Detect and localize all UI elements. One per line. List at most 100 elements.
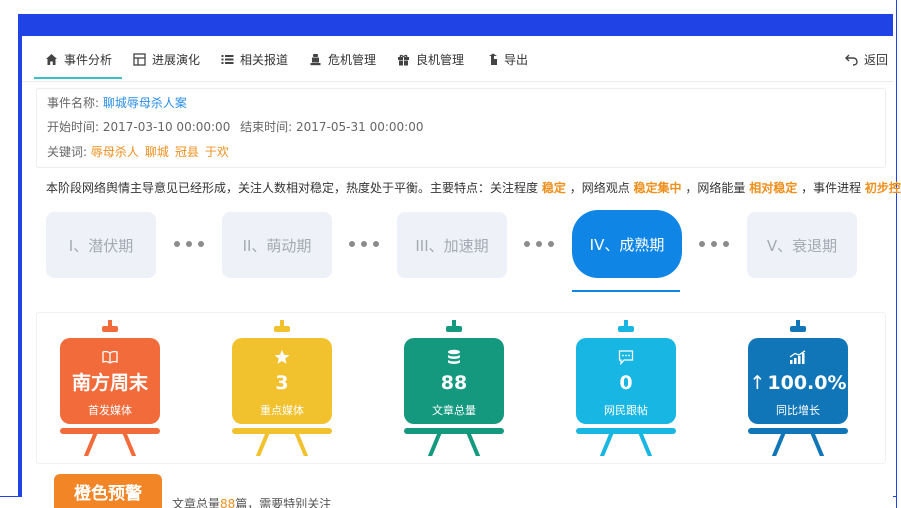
start-time-label: 开始时间: xyxy=(47,120,100,134)
tab-label: 事件分析 xyxy=(64,52,113,67)
growth-up-arrow-icon: ↑ xyxy=(749,372,766,394)
start-time-value: 2017-03-10 00:00:00 xyxy=(102,120,231,134)
opinion-level: 稳定集中 xyxy=(633,181,682,195)
active-tab-indicator xyxy=(34,77,122,79)
tab-label: 危机管理 xyxy=(328,52,377,67)
stage-dots-separator xyxy=(349,234,379,254)
stat-easel-key-media: 3 重点媒体 xyxy=(232,320,332,458)
stat-value: 3 xyxy=(275,372,289,394)
keywords-row: 关键词: 辱母杀人 聊城 冠县 于欢 xyxy=(47,144,235,160)
event-name-label: 事件名称: xyxy=(47,96,100,110)
alarm-icon xyxy=(308,52,322,66)
stat-easel-yoy-growth: ↑ 100.0% 同比增长 xyxy=(748,320,848,458)
stat-value: ↑ 100.0% xyxy=(748,370,848,396)
stat-easel-user-comments: 0 网民跟帖 xyxy=(576,320,676,458)
stat-value: 88 xyxy=(440,372,468,394)
event-name-row: 事件名称: 聊城辱母杀人案 xyxy=(47,95,187,111)
energy-level: 相对稳定 xyxy=(749,181,798,195)
stat-label: 首发媒体 xyxy=(88,404,132,417)
event-time-row: 开始时间: 2017-03-10 00:00:00 结束时间: 2017-05-… xyxy=(47,119,423,135)
stage-progress: I、潜伏期 II、萌动期 III、加速期 IV、成熟期 V、衰退期 xyxy=(36,204,886,300)
stage-summary: 本阶段网络舆情主导意见已经形成，关注人数相对稳定，热度处于平衡。主要特点：关注程… xyxy=(46,179,901,196)
blue-frame-top xyxy=(18,14,893,36)
event-name-link[interactable]: 聊城辱母杀人案 xyxy=(103,96,187,110)
easel-legs xyxy=(256,432,308,456)
keyword-tag[interactable]: 辱母杀人 xyxy=(91,145,139,159)
list-icon xyxy=(220,52,234,66)
star-icon xyxy=(232,348,332,366)
summary-text: ，事件进程 xyxy=(801,181,862,195)
stage-accelerating[interactable]: III、加速期 xyxy=(397,212,507,278)
stat-easel-first-media: 南方周末 首发媒体 xyxy=(60,320,160,458)
warning-text: 文章总量88篇，需要特别关注 xyxy=(172,495,331,508)
event-analysis-panel: 事件分析 进展演化 相关报道 危机管理 良机管理 导出 返回 事件名称: 聊城辱… xyxy=(22,36,901,508)
warning-text-part: 篇，需要特别关注 xyxy=(235,497,332,508)
export-icon xyxy=(484,52,498,66)
tab-progress-evolution[interactable]: 进展演化 xyxy=(132,48,200,70)
keyword-tag[interactable]: 于欢 xyxy=(205,145,229,159)
stat-label: 同比增长 xyxy=(776,404,820,417)
easel-legs xyxy=(428,432,480,456)
stat-value: 0 xyxy=(619,372,633,394)
process-level: 初步控制 xyxy=(864,181,901,195)
stat-label: 网民跟帖 xyxy=(604,404,648,417)
back-arrow-icon xyxy=(844,52,858,66)
stage-latent[interactable]: I、潜伏期 xyxy=(46,212,156,278)
keyword-tag[interactable]: 冠县 xyxy=(175,145,199,159)
tab-export[interactable]: 导出 xyxy=(484,48,528,70)
back-label: 返回 xyxy=(864,52,889,67)
easel-legs xyxy=(84,432,136,456)
easel-board: 南方周末 首发媒体 xyxy=(60,338,160,424)
stage-declining[interactable]: V、衰退期 xyxy=(747,212,857,278)
summary-text: ，网络观点 xyxy=(569,181,630,195)
easel-peg xyxy=(618,320,634,332)
stage-dots-separator xyxy=(524,234,554,254)
active-stage-underline xyxy=(572,290,680,292)
blue-frame-right xyxy=(896,0,897,508)
end-time-label: 结束时间: xyxy=(240,120,293,134)
tab-label: 良机管理 xyxy=(416,52,465,67)
comment-icon xyxy=(576,348,676,366)
easel-peg xyxy=(274,320,290,332)
attention-level: 稳定 xyxy=(541,181,566,195)
tab-related-reports[interactable]: 相关报道 xyxy=(220,48,288,70)
end-time-value: 2017-05-31 00:00:00 xyxy=(296,120,424,134)
tab-label: 进展演化 xyxy=(152,52,201,67)
warning-text-part: 文章总量 xyxy=(172,497,221,508)
easel-peg xyxy=(102,320,118,332)
summary-intro: 本阶段网络舆情主导意见已经形成，关注人数相对稳定，热度处于平衡。主要特点：关注程… xyxy=(46,181,539,195)
keyword-tag[interactable]: 聊城 xyxy=(145,145,169,159)
stage-budding[interactable]: II、萌动期 xyxy=(222,212,332,278)
growth-value: 100.0% xyxy=(767,372,847,394)
easel-board: 0 网民跟帖 xyxy=(576,338,676,424)
keywords-label: 关键词: xyxy=(47,145,88,159)
database-icon xyxy=(404,348,504,366)
event-info-box: 事件名称: 聊城辱母杀人案 开始时间: 2017-03-10 00:00:00 … xyxy=(36,88,886,168)
stage-dots-separator xyxy=(174,234,204,254)
tab-crisis-management[interactable]: 危机管理 xyxy=(308,48,376,70)
easel-board: ↑ 100.0% 同比增长 xyxy=(748,338,848,424)
easel-board: 3 重点媒体 xyxy=(232,338,332,424)
easel-peg xyxy=(790,320,806,332)
tab-event-analysis[interactable]: 事件分析 xyxy=(44,48,112,70)
home-icon xyxy=(44,52,58,66)
timeline-icon xyxy=(132,52,146,66)
toolbar: 事件分析 进展演化 相关报道 危机管理 良机管理 导出 返回 xyxy=(22,36,893,82)
stat-label: 重点媒体 xyxy=(260,404,304,417)
tab-label: 导出 xyxy=(504,52,529,67)
chart-icon xyxy=(748,348,848,366)
easel-board: 88 文章总量 xyxy=(404,338,504,424)
tab-opportunity-management[interactable]: 良机管理 xyxy=(396,48,464,70)
back-button[interactable]: 返回 xyxy=(844,48,888,70)
stat-value: 南方周末 xyxy=(71,372,148,394)
gift-icon xyxy=(396,52,410,66)
easel-peg xyxy=(446,320,462,332)
stage-dots-separator xyxy=(699,234,729,254)
easel-legs xyxy=(772,432,824,456)
stat-easel-total-articles: 88 文章总量 xyxy=(404,320,504,458)
stat-label: 文章总量 xyxy=(432,404,476,417)
tab-label: 相关报道 xyxy=(240,52,289,67)
easel-legs xyxy=(600,432,652,456)
stage-mature-active[interactable]: IV、成熟期 xyxy=(572,210,682,278)
warning-article-count: 88 xyxy=(220,497,236,508)
